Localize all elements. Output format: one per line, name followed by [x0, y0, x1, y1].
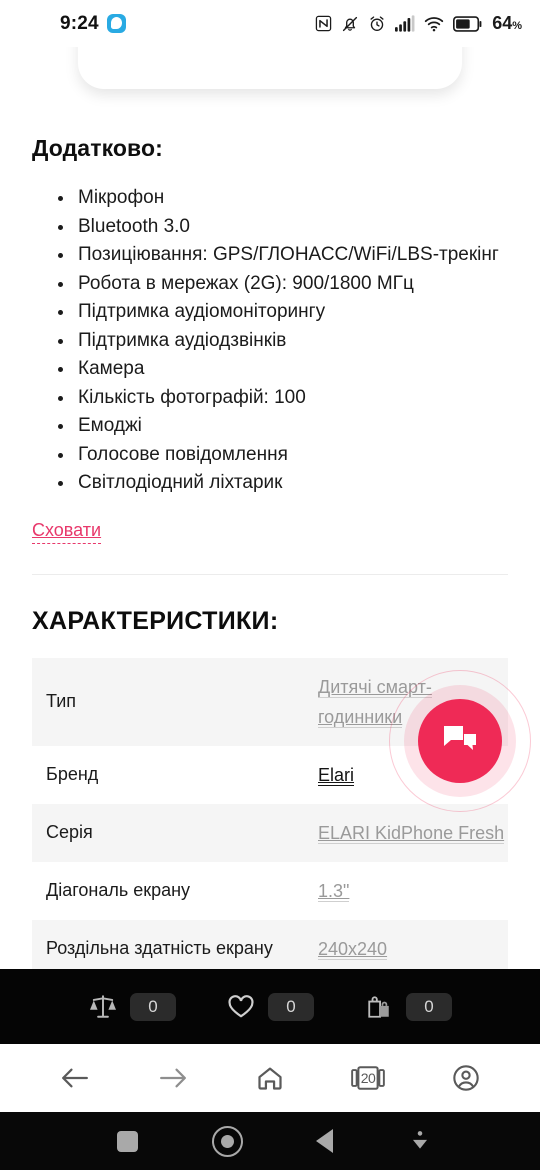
chat-bubbles-icon: [444, 726, 476, 750]
list-item: Світлодіодний ліхтарик: [56, 469, 508, 498]
spec-value-link[interactable]: ELARI KidPhone Fresh: [318, 822, 505, 844]
home-button[interactable]: [211, 1125, 243, 1157]
spec-value: 240x240: [318, 920, 508, 970]
list-item: Голосове повідомлення: [56, 441, 508, 470]
mute-icon: [343, 16, 358, 31]
download-arrow-icon[interactable]: [407, 1128, 433, 1154]
wishlist-count: 0: [268, 992, 314, 1021]
back-button[interactable]: [316, 1129, 334, 1153]
battery-percent: 64%: [492, 13, 522, 33]
status-bar: 9:24 64%: [0, 0, 540, 47]
alarm-icon: [370, 15, 384, 31]
home-icon[interactable]: [255, 1064, 285, 1092]
wishlist-action[interactable]: 0: [226, 992, 314, 1021]
product-card-bottom: [78, 47, 462, 89]
list-item: Мікрофон: [56, 184, 508, 213]
compare-action[interactable]: 0: [88, 992, 176, 1021]
spec-label: Бренд: [46, 764, 99, 784]
compare-count: 0: [130, 992, 176, 1021]
signal-icon: [395, 15, 415, 32]
cart-count: 0: [406, 992, 452, 1021]
android-nav-bar: [0, 1112, 540, 1170]
profile-icon[interactable]: [451, 1064, 481, 1092]
tabs-count: 20: [360, 1070, 376, 1086]
phone-screen: 9:24 64% Додатково: Мікрофон Bluetooth 3…: [0, 0, 540, 1170]
list-item: Емоджі: [56, 412, 508, 441]
features-list: Мікрофон Bluetooth 3.0 Позиціювання: GPS…: [32, 184, 508, 498]
spec-value: ELARI KidPhone Fresh: [318, 804, 508, 862]
section-title-specs: ХАРАКТЕРИСТИКИ:: [32, 606, 279, 635]
spec-value-link[interactable]: Дитячі смарт-годинники: [318, 676, 432, 728]
forward-arrow-icon[interactable]: [157, 1065, 189, 1091]
table-row: Роздільна здатність екрану 240x240: [32, 919, 508, 970]
battery-icon: [453, 15, 482, 32]
spec-label: Діагональ екрану: [46, 880, 191, 900]
status-bar-left: 9:24: [60, 13, 126, 35]
table-row: Серія ELARI KidPhone Fresh: [32, 803, 508, 862]
list-item: Позиціювання: GPS/ГЛОНАСС/WiFi/LBS-трекі…: [56, 241, 508, 270]
status-time: 9:24: [60, 12, 99, 34]
spec-value-link[interactable]: Elari: [318, 764, 355, 786]
list-item: Підтримка аудіомоніторингу: [56, 298, 508, 327]
shopping-bag-icon: [368, 995, 389, 1018]
list-item: Bluetooth 3.0: [56, 213, 508, 242]
recents-button[interactable]: [116, 1130, 138, 1152]
back-arrow-icon[interactable]: [59, 1065, 91, 1091]
spec-label: Серія: [46, 822, 93, 842]
spec-label: Роздільна здатність екрану: [46, 938, 273, 958]
tabs-button[interactable]: 20: [351, 1063, 385, 1093]
list-item: Підтримка аудіодзвінків: [56, 327, 508, 356]
spec-value-link[interactable]: 240x240: [318, 938, 388, 960]
list-item: Камера: [56, 355, 508, 384]
status-bar-right: 64%: [315, 13, 522, 34]
specifications-table: Тип Дитячі смарт-годинники Бренд Elari С…: [32, 657, 508, 970]
heart-icon: [228, 994, 254, 1017]
list-item: Робота в мережах (2G): 900/1800 МГц: [56, 270, 508, 299]
additional-section: Додатково: Мікрофон Bluetooth 3.0 Позиці…: [0, 47, 540, 969]
webpage-content: Додатково: Мікрофон Bluetooth 3.0 Позиці…: [0, 47, 540, 969]
browser-toolbar: 20: [0, 1044, 540, 1112]
chat-button[interactable]: [418, 699, 502, 783]
table-row: Діагональ екрану 1.3": [32, 862, 508, 920]
compare-scales-icon: [90, 994, 116, 1018]
spec-value: 1.3": [318, 862, 508, 920]
nfc-icon: [315, 15, 332, 32]
spec-label: Тип: [46, 691, 77, 711]
shop-action-bar: 0 0 0: [0, 969, 540, 1044]
hide-details-link[interactable]: Сховати: [32, 520, 102, 544]
wifi-icon: [424, 17, 444, 32]
notification-app-icon: [106, 14, 126, 33]
cart-action[interactable]: 0: [364, 992, 452, 1021]
spec-value-link[interactable]: 1.3": [318, 880, 350, 902]
list-item: Кількість фотографій: 100: [56, 384, 508, 413]
